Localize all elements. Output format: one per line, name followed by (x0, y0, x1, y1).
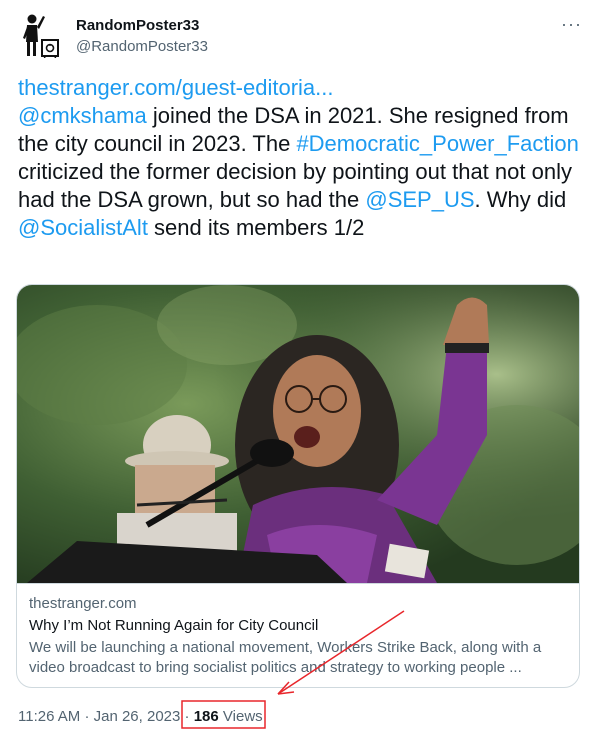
tweet-date[interactable]: Jan 26, 2023 (94, 708, 181, 725)
tweet-text-part: send its members 1/2 (147, 215, 365, 240)
tweet-time[interactable]: 11:26 AM (18, 708, 80, 725)
person-with-safe-icon (18, 12, 64, 59)
footer-separator: · (84, 708, 90, 725)
link-card[interactable]: thestranger.com Why I’m Not Running Agai… (16, 284, 580, 688)
article-link[interactable]: thestranger.com/guest-editoria... (18, 75, 334, 100)
footer-separator: · (184, 708, 190, 725)
avatar[interactable] (18, 12, 64, 59)
tweet: RandomPoster33 @RandomPoster33 ··· thest… (0, 0, 598, 729)
author-info: RandomPoster33 @RandomPoster33 (76, 16, 208, 57)
handle[interactable]: @RandomPoster33 (76, 37, 208, 57)
views-count[interactable]: 186 (194, 708, 219, 725)
display-name[interactable]: RandomPoster33 (76, 16, 208, 36)
mention-cmkshama[interactable]: @cmkshama (18, 103, 147, 128)
card-meta: thestranger.com Why I’m Not Running Agai… (29, 594, 569, 678)
card-photo (17, 285, 579, 584)
mention-sep-us[interactable]: @SEP_US (365, 187, 474, 212)
mention-socialistalt[interactable]: @SocialistAlt (18, 215, 148, 240)
tweet-text: thestranger.com/guest-editoria... @cmksha… (18, 74, 582, 242)
card-description: We will be launching a national movement… (29, 639, 542, 676)
tweet-text-part: . Why did (474, 187, 567, 212)
views-label[interactable]: Views (223, 708, 263, 725)
more-icon[interactable]: ··· (561, 14, 582, 34)
card-domain: thestranger.com (29, 595, 137, 612)
hashtag-democratic-power-faction[interactable]: #Democratic_Power_Faction (296, 131, 578, 156)
card-title[interactable]: Why I’m Not Running Again for City Counc… (29, 616, 569, 636)
tweet-footer: 11:26 AM · Jan 26, 2023 · 186 Views (18, 707, 263, 727)
